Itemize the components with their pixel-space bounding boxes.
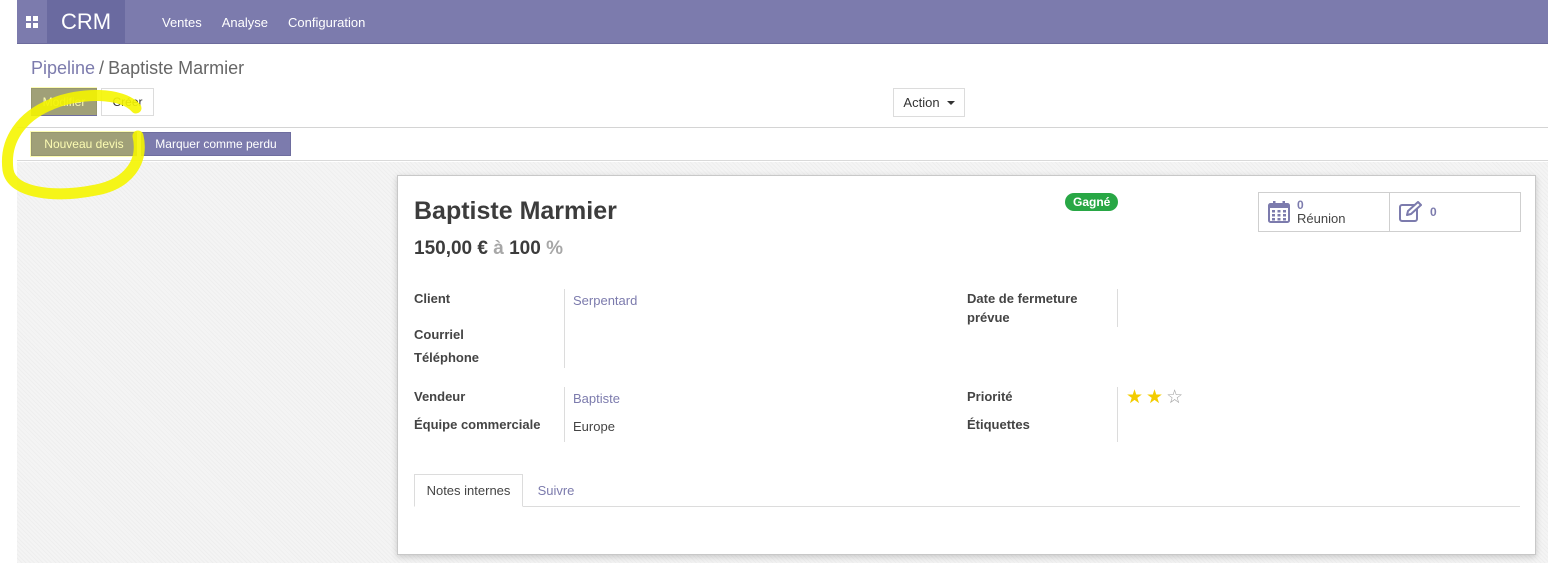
top-navbar: CRM Ventes Analyse Configuration (17, 0, 1548, 44)
menu-item-analyse[interactable]: Analyse (222, 15, 268, 30)
field-separator (1117, 387, 1118, 442)
new-quote-button[interactable]: Nouveau devis (31, 132, 137, 156)
field-separator (564, 289, 565, 368)
meetings-label: Réunion (1297, 211, 1346, 226)
deadline-label-line2: prévue (967, 310, 1010, 325)
field-separator (1117, 289, 1118, 327)
notebook-tabs: Notes internes Suivre (414, 474, 1520, 507)
phone-label: Téléphone (414, 350, 480, 365)
probability-value: 100 (509, 238, 541, 259)
client-label: Client (414, 291, 451, 306)
expected-revenue-row: 150,00 € à 100 % (414, 238, 563, 260)
app-brand[interactable]: CRM (47, 0, 125, 44)
at-label: à (493, 238, 504, 259)
meetings-smart-button[interactable]: 0 Réunion (1259, 193, 1389, 231)
smart-buttons-box: 0 Réunion 0 (1258, 192, 1521, 232)
action-label: Action (903, 95, 940, 110)
salesperson-value-link[interactable]: Baptiste (573, 391, 620, 406)
star-empty-icon[interactable]: ☆ (1166, 388, 1183, 407)
apps-grid-icon (26, 16, 38, 28)
form-statusbar: Nouveau devis Marquer comme perdu (17, 128, 1548, 161)
email-label: Courriel (414, 327, 464, 342)
tab-suivre[interactable]: Suivre (523, 474, 589, 507)
form-sheet: Baptiste Marmier 150,00 € à 100 % Gagné (397, 175, 1536, 555)
apps-menu-button[interactable] (17, 0, 47, 44)
breadcrumb-current: Baptiste Marmier (108, 58, 245, 78)
mark-lost-button[interactable]: Marquer comme perdu (141, 132, 291, 156)
create-button[interactable]: Créer (101, 88, 154, 116)
won-status-badge: Gagné (1065, 193, 1119, 211)
app-page: CRM Ventes Analyse Configuration Pipelin… (17, 0, 1548, 563)
star-filled-icon[interactable]: ★ (1126, 388, 1143, 407)
menu-item-configuration[interactable]: Configuration (288, 15, 365, 30)
edit-note-icon (1399, 201, 1422, 222)
deadline-label-line1: Date de fermeture (967, 291, 1078, 306)
notes-smart-button[interactable]: 0 (1389, 193, 1520, 231)
action-dropdown-button[interactable]: Action (893, 88, 965, 117)
meetings-count: 0 (1297, 198, 1304, 212)
percent-sign: % (546, 238, 563, 259)
breadcrumb-pipeline-link[interactable]: Pipeline (31, 58, 95, 78)
tags-label: Étiquettes (967, 417, 1030, 432)
salesperson-label: Vendeur (414, 389, 466, 404)
priority-label: Priorité (967, 389, 1013, 404)
menu-item-ventes[interactable]: Ventes (162, 15, 202, 30)
sales-team-label: Équipe commerciale (414, 417, 541, 432)
deadline-label: Date de fermeture prévue (967, 289, 1078, 327)
breadcrumb-separator: / (99, 58, 105, 78)
field-separator (564, 387, 565, 442)
caret-down-icon (946, 100, 955, 105)
main-menu: Ventes Analyse Configuration (162, 0, 385, 44)
expected-revenue: 150,00 € (414, 238, 488, 259)
star-filled-icon[interactable]: ★ (1146, 388, 1163, 407)
record-title: Baptiste Marmier (414, 197, 617, 225)
sales-team-value: Europe (573, 419, 615, 434)
calendar-icon (1268, 201, 1290, 223)
notes-count: 0 (1430, 205, 1437, 219)
breadcrumb: Pipeline / Baptiste Marmier (31, 58, 244, 79)
client-value-link[interactable]: Serpentard (573, 293, 637, 308)
edit-button[interactable]: Modifier (31, 88, 97, 116)
tab-notes-internes[interactable]: Notes internes (414, 474, 523, 507)
priority-stars: ★ ★ ☆ (1126, 388, 1186, 407)
